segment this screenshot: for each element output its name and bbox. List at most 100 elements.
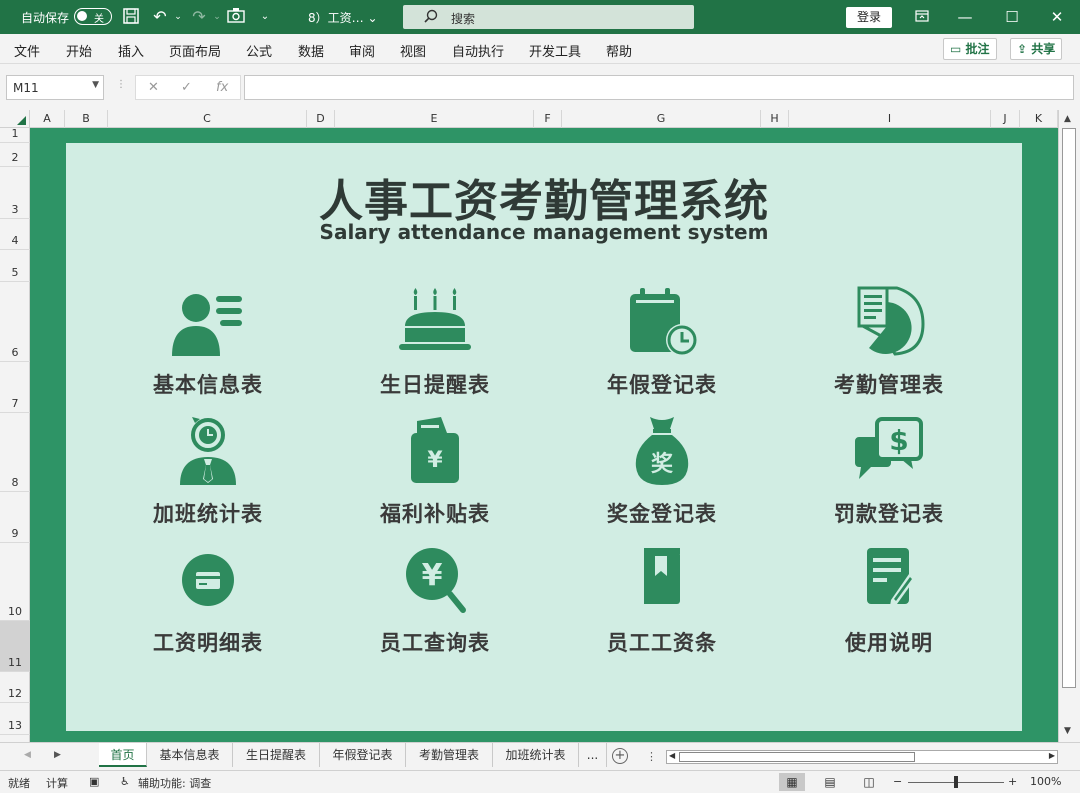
row-11[interactable]: 11 <box>0 621 30 672</box>
menu-formulas[interactable]: 公式 <box>246 41 272 60</box>
comments-button[interactable]: ▭ 批注 <box>943 38 997 60</box>
tab-prev-icon[interactable]: ◀ <box>24 750 31 760</box>
undo-dropdown-icon[interactable]: ⌄ <box>168 7 188 27</box>
camera-icon[interactable] <box>226 7 246 27</box>
row-1[interactable]: 1 <box>0 127 30 143</box>
menu-review[interactable]: 审阅 <box>349 41 375 60</box>
row-10[interactable]: 10 <box>0 543 30 621</box>
tab-next-icon[interactable]: ▶ <box>54 750 61 760</box>
scroll-down-icon[interactable]: ▼ <box>1064 726 1071 736</box>
menu-page-layout[interactable]: 页面布局 <box>169 41 221 60</box>
row-13[interactable]: 13 <box>0 703 30 735</box>
column-d[interactable]: D <box>307 110 335 128</box>
close-icon[interactable]: ✕ <box>1044 4 1070 30</box>
select-all-button[interactable] <box>0 110 30 128</box>
enter-icon[interactable]: ✓ <box>181 80 192 95</box>
tile-instructions[interactable]: 使用说明 <box>789 544 989 664</box>
column-f[interactable]: F <box>534 110 562 128</box>
accessibility-status[interactable]: 辅助功能: 调查 <box>138 775 211 791</box>
document-name[interactable]: 8）工资… ⌄ <box>308 9 378 26</box>
redo-dropdown-icon[interactable]: ⌄ <box>207 7 227 27</box>
row-3[interactable]: 3 <box>0 167 30 219</box>
chevron-down-icon[interactable]: ▼ <box>92 80 99 90</box>
redo-icon[interactable]: ↷ <box>189 7 209 27</box>
accessibility-icon[interactable]: ♿ <box>120 775 130 788</box>
menu-automate[interactable]: 自动执行 <box>452 41 504 60</box>
name-box[interactable]: M11 ▼ <box>6 75 104 100</box>
insert-function-icon[interactable]: fx <box>216 80 228 95</box>
column-b[interactable]: B <box>65 110 108 128</box>
tile-birthday[interactable]: 生日提醒表 <box>335 286 535 406</box>
row-5[interactable]: 5 <box>0 250 30 282</box>
splitter-icon[interactable]: ⋮ <box>646 750 657 763</box>
scroll-left-icon[interactable]: ◀ <box>669 751 675 760</box>
tile-salary-detail[interactable]: 工资明细表 <box>108 544 308 664</box>
tab-more[interactable]: ... <box>579 743 607 767</box>
column-i[interactable]: I <box>789 110 991 128</box>
column-h[interactable]: H <box>761 110 789 128</box>
zoom-in-icon[interactable]: + <box>1008 775 1017 788</box>
row-2[interactable]: 2 <box>0 143 30 167</box>
autosave-toggle[interactable]: 关 <box>74 8 112 25</box>
tile-basic-info[interactable]: 基本信息表 <box>108 286 308 406</box>
vertical-scrollbar[interactable]: ▲ ▼ <box>1058 110 1080 742</box>
menu-view[interactable]: 视图 <box>400 41 426 60</box>
tab-attendance[interactable]: 考勤管理表 <box>406 743 493 767</box>
menu-data[interactable]: 数据 <box>298 41 324 60</box>
menu-insert[interactable]: 插入 <box>118 41 144 60</box>
save-icon[interactable] <box>121 7 141 27</box>
column-g[interactable]: G <box>562 110 761 128</box>
page-break-view-icon[interactable]: ◫ <box>856 773 882 791</box>
splitter-icon[interactable]: ⋮ <box>116 79 126 90</box>
search-box[interactable]: 搜索 <box>403 5 694 29</box>
tile-overtime[interactable]: 加班统计表 <box>108 415 308 535</box>
normal-view-icon[interactable]: ▦ <box>779 773 805 791</box>
scroll-right-icon[interactable]: ▶ <box>1049 751 1055 760</box>
tab-birthday[interactable]: 生日提醒表 <box>233 743 320 767</box>
zoom-out-icon[interactable]: − <box>893 775 902 788</box>
scroll-up-icon[interactable]: ▲ <box>1064 114 1071 124</box>
add-sheet-icon[interactable]: + <box>612 748 628 764</box>
zoom-level[interactable]: 100% <box>1030 775 1061 788</box>
tile-bonus[interactable]: 奖 奖金登记表 <box>562 415 762 535</box>
row-7[interactable]: 7 <box>0 362 30 413</box>
horizontal-scroll-thumb[interactable] <box>679 752 915 762</box>
tile-fines[interactable]: $ 罚款登记表 <box>789 415 989 535</box>
tile-annual-leave[interactable]: 年假登记表 <box>562 286 762 406</box>
row-9[interactable]: 9 <box>0 492 30 543</box>
tab-home[interactable]: 首页 <box>99 743 147 767</box>
formula-input[interactable] <box>244 75 1074 100</box>
macro-record-icon[interactable]: ▣ <box>89 775 99 788</box>
column-j[interactable]: J <box>991 110 1020 128</box>
menu-developer[interactable]: 开发工具 <box>529 41 581 60</box>
column-c[interactable]: C <box>108 110 307 128</box>
horizontal-scrollbar[interactable]: ◀ ▶ <box>666 750 1058 764</box>
column-a[interactable]: A <box>30 110 65 128</box>
tile-payslip[interactable]: 员工工资条 <box>562 544 762 664</box>
column-e[interactable]: E <box>335 110 534 128</box>
customize-toolbar-icon[interactable]: ⌄ <box>255 7 275 27</box>
tile-attendance[interactable]: 考勤管理表 <box>789 286 989 406</box>
minimize-icon[interactable]: — <box>952 4 978 30</box>
vertical-scroll-thumb[interactable] <box>1062 128 1076 688</box>
menu-help[interactable]: 帮助 <box>606 41 632 60</box>
share-button[interactable]: ⇪ 共享 <box>1010 38 1063 60</box>
cancel-icon[interactable]: ✕ <box>148 80 159 95</box>
tab-overtime[interactable]: 加班统计表 <box>493 743 579 767</box>
ribbon-display-icon[interactable] <box>909 4 935 30</box>
menu-home[interactable]: 开始 <box>66 41 92 60</box>
row-8[interactable]: 8 <box>0 413 30 492</box>
column-k[interactable]: K <box>1020 110 1058 128</box>
worksheet-grid[interactable]: 人事工资考勤管理系统 Salary attendance management … <box>30 128 1058 742</box>
menu-file[interactable]: 文件 <box>14 41 40 60</box>
tab-basic-info[interactable]: 基本信息表 <box>147 743 233 767</box>
maximize-icon[interactable]: ☐ <box>999 4 1025 30</box>
tile-employee-search[interactable]: ¥ 员工查询表 <box>335 544 535 664</box>
page-layout-view-icon[interactable]: ▤ <box>817 773 843 791</box>
tile-welfare[interactable]: ¥ 福利补贴表 <box>335 415 535 535</box>
login-button[interactable]: 登录 <box>846 7 892 28</box>
zoom-slider-thumb[interactable] <box>954 776 958 788</box>
row-12[interactable]: 12 <box>0 672 30 703</box>
row-4[interactable]: 4 <box>0 219 30 250</box>
tab-annual-leave[interactable]: 年假登记表 <box>320 743 406 767</box>
